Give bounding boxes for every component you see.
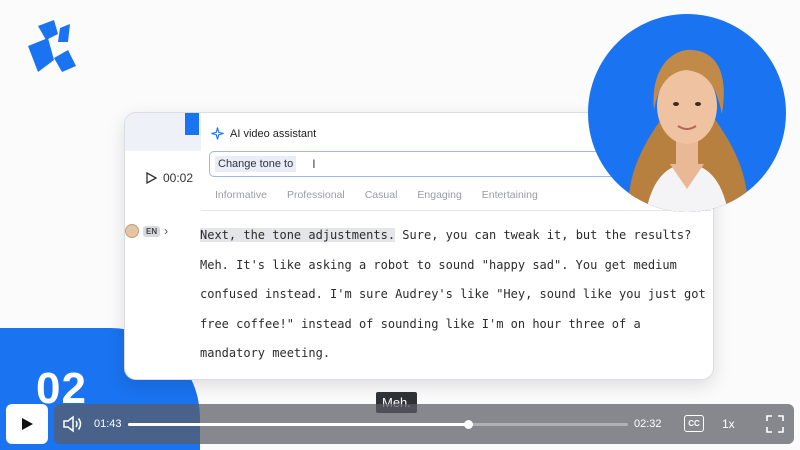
tone-option[interactable]: Professional [287,189,345,201]
play-icon [146,172,157,184]
tone-options: Informative Professional Casual Engaging… [215,189,538,201]
text-cursor-icon: I [312,157,316,171]
tone-option[interactable]: Entertaining [482,189,538,201]
video-frame: 02 00:02 EN › Next, the tone adjustments… [0,0,800,450]
cc-icon: CC [688,419,700,428]
tone-option[interactable]: Engaging [417,189,461,201]
control-bar: 01:43 02:32 CC 1x [54,404,794,444]
tone-option[interactable]: Informative [215,189,267,201]
playback-speed-button[interactable]: 1x [722,417,735,431]
transcript-rest: Sure, you can tweak it, but the results?… [200,228,706,361]
transcript-highlight: Next, the tone adjustments. [200,228,396,242]
assistant-title: AI video assistant [230,127,317,140]
transcript-text[interactable]: Next, the tone adjustments. Sure, you ca… [200,221,710,369]
progress-track[interactable] [128,420,628,429]
assistant-input-value: Change tone to [215,156,297,172]
speaker-selector[interactable]: EN › [125,221,181,241]
sparkle-icon [211,127,224,140]
brand-logo [28,20,76,72]
progress-handle[interactable] [464,420,473,429]
closed-captions-button[interactable]: CC [684,415,704,432]
player-controls: 01:43 02:32 CC 1x [6,402,794,446]
progress-fill [128,423,468,426]
mini-play-button[interactable]: 00:02 [145,171,193,185]
play-icon [22,418,33,430]
topbar-accent [185,113,199,135]
current-time: 01:43 [94,418,122,430]
play-button[interactable] [6,404,48,444]
assistant-header: AI video assistant [211,127,316,140]
speaker-avatar [125,224,139,238]
presenter-illustration [628,49,748,212]
presenter-avatar [588,14,786,212]
language-badge: EN [143,225,161,237]
tone-option[interactable]: Casual [365,189,398,201]
timecode: 00:02 [163,171,194,185]
volume-icon[interactable] [62,414,84,434]
assistant-prompt-input[interactable]: Change tone to I [209,151,629,177]
chevron-right-icon: › [164,224,169,238]
total-time: 02:32 [634,418,662,430]
fullscreen-icon[interactable] [766,415,784,433]
